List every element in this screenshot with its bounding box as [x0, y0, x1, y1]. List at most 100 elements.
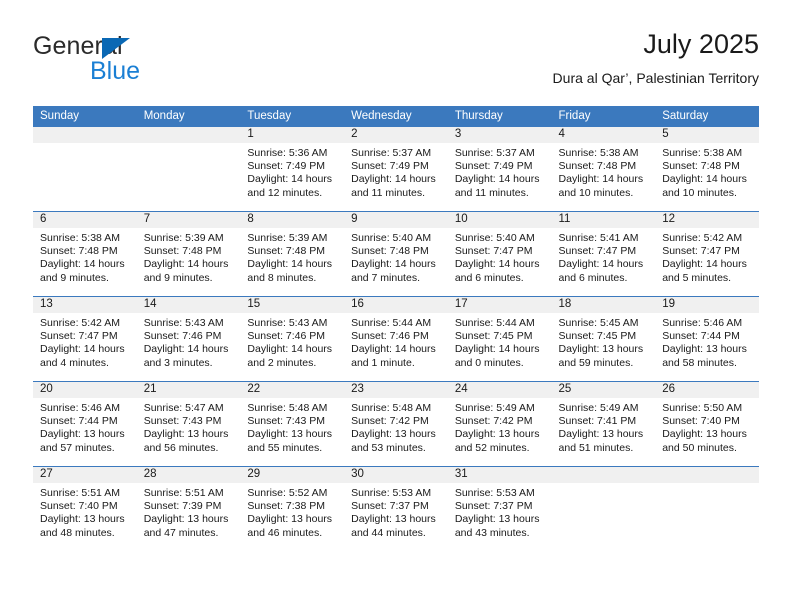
day-detail-line: Sunset: 7:46 PM	[143, 330, 222, 343]
day-number: 7	[136, 212, 241, 228]
day-cell[interactable]: 26 Sunrise: 5:50 AM Sunset: 7:40 PM Dayligh…	[655, 381, 759, 467]
day-details: Sunrise: 5:48 AM Sunset: 7:43 PM Daylight:…	[240, 398, 344, 455]
day-cell[interactable]: 6 Sunrise: 5:38 AM Sunset: 7:48 PM Daylight…	[33, 211, 137, 297]
weekday-header-tuesday: Tuesday	[240, 106, 345, 127]
day-detail-line: Daylight: 13 hours	[351, 513, 436, 526]
day-cell[interactable]: 15 Sunrise: 5:43 AM Sunset: 7:46 PM Dayligh…	[240, 296, 345, 382]
day-detail-line: and 43 minutes.	[454, 526, 530, 539]
day-number: 13	[33, 297, 137, 313]
day-detail-line: and 51 minutes.	[558, 441, 634, 454]
day-cell[interactable]: 19 Sunrise: 5:46 AM Sunset: 7:44 PM Dayligh…	[655, 296, 759, 382]
generalblue-logo: General Blue	[33, 32, 293, 92]
day-cell[interactable]: 29 Sunrise: 5:52 AM Sunset: 7:38 PM Dayligh…	[240, 466, 345, 551]
calendar-week-row: 1 Sunrise: 5:36 AM Sunset: 7:49 PM Daylight…	[33, 127, 759, 212]
day-details	[33, 143, 137, 147]
day-detail-line: and 9 minutes.	[143, 271, 213, 284]
weekday-header-saturday: Saturday	[655, 106, 759, 127]
day-cell[interactable]: 5 Sunrise: 5:38 AM Sunset: 7:48 PM Daylight…	[655, 127, 759, 212]
day-detail-line: Sunset: 7:48 PM	[40, 245, 118, 258]
day-cell[interactable]: 2 Sunrise: 5:37 AM Sunset: 7:49 PM Daylight…	[344, 127, 448, 212]
day-cell[interactable]: 10 Sunrise: 5:40 AM Sunset: 7:47 PM Dayligh…	[447, 211, 552, 297]
calendar-week-row: 6 Sunrise: 5:38 AM Sunset: 7:48 PM Daylight…	[33, 211, 759, 297]
day-detail-line: and 10 minutes.	[558, 186, 634, 199]
day-number: 25	[551, 382, 656, 398]
day-cell[interactable]: 9 Sunrise: 5:40 AM Sunset: 7:48 PM Daylight…	[344, 211, 448, 297]
day-detail-line: and 56 minutes.	[143, 441, 219, 454]
day-cell[interactable]: 4 Sunrise: 5:38 AM Sunset: 7:48 PM Daylight…	[551, 127, 656, 212]
day-cell[interactable]: 17 Sunrise: 5:44 AM Sunset: 7:45 PM Dayligh…	[447, 296, 552, 382]
day-detail-line: Daylight: 14 hours	[247, 343, 333, 356]
day-detail-line: and 46 minutes.	[247, 526, 323, 539]
day-cell[interactable]: 13 Sunrise: 5:42 AM Sunset: 7:47 PM Dayligh…	[33, 296, 137, 382]
day-detail-line: Sunset: 7:37 PM	[454, 500, 533, 513]
calendar-header-row: Sunday Monday Tuesday Wednesday Thursday Frid…	[33, 106, 759, 127]
day-number: 6	[33, 212, 137, 228]
day-detail-line: Sunrise: 5:49 AM	[454, 402, 535, 414]
day-detail-line: Sunrise: 5:43 AM	[143, 317, 224, 329]
day-detail-line: Sunset: 7:48 PM	[143, 245, 222, 258]
day-detail-line: Sunrise: 5:38 AM	[558, 147, 639, 159]
day-detail-line: Sunset: 7:46 PM	[351, 330, 429, 343]
day-detail-line: Daylight: 13 hours	[558, 343, 644, 356]
day-detail-line: and 59 minutes.	[558, 356, 634, 369]
day-cell[interactable]: 16 Sunrise: 5:44 AM Sunset: 7:46 PM Dayligh…	[344, 296, 448, 382]
calendar-week-row: 13 Sunrise: 5:42 AM Sunset: 7:47 PM Dayligh…	[33, 296, 759, 382]
day-details: Sunrise: 5:49 AM Sunset: 7:41 PM Daylight:…	[552, 398, 656, 455]
day-cell[interactable]: 20 Sunrise: 5:46 AM Sunset: 7:44 PM Dayligh…	[33, 381, 137, 467]
day-cell[interactable]: 25 Sunrise: 5:49 AM Sunset: 7:41 PM Dayligh…	[551, 381, 656, 467]
day-detail-line: Daylight: 13 hours	[454, 428, 540, 441]
day-number: 31	[447, 467, 552, 483]
day-number: 17	[447, 297, 552, 313]
page-title: July 2025	[643, 29, 759, 59]
day-detail-line: Sunset: 7:47 PM	[662, 245, 740, 258]
day-cell[interactable]: 14 Sunrise: 5:43 AM Sunset: 7:46 PM Dayligh…	[136, 296, 241, 382]
weekday-header-wednesday: Wednesday	[344, 106, 448, 127]
day-detail-line: and 52 minutes.	[454, 441, 530, 454]
day-cell[interactable]: 31 Sunrise: 5:53 AM Sunset: 7:37 PM Dayligh…	[447, 466, 552, 551]
day-cell[interactable]: 23 Sunrise: 5:48 AM Sunset: 7:42 PM Dayligh…	[344, 381, 448, 467]
day-detail-line: Sunset: 7:44 PM	[40, 415, 118, 428]
day-cell[interactable]: 8 Sunrise: 5:39 AM Sunset: 7:48 PM Daylight…	[240, 211, 345, 297]
day-details	[552, 483, 656, 487]
day-detail-line: Sunrise: 5:51 AM	[143, 487, 224, 499]
day-cell[interactable]: 30 Sunrise: 5:53 AM Sunset: 7:37 PM Dayligh…	[344, 466, 448, 551]
day-cell[interactable]: 22 Sunrise: 5:48 AM Sunset: 7:43 PM Dayligh…	[240, 381, 345, 467]
day-details: Sunrise: 5:39 AM Sunset: 7:48 PM Daylight:…	[137, 228, 241, 285]
day-detail-line: Sunrise: 5:40 AM	[454, 232, 535, 244]
day-detail-line: Sunset: 7:49 PM	[351, 160, 429, 173]
day-detail-line: Daylight: 13 hours	[247, 513, 333, 526]
day-detail-line: and 11 minutes.	[454, 186, 529, 199]
day-cell[interactable]: 24 Sunrise: 5:49 AM Sunset: 7:42 PM Dayligh…	[447, 381, 552, 467]
day-cell[interactable]: 3 Sunrise: 5:37 AM Sunset: 7:49 PM Daylight…	[447, 127, 552, 212]
day-detail-line: Sunrise: 5:42 AM	[662, 232, 743, 244]
day-detail-line: Daylight: 14 hours	[247, 173, 333, 186]
day-number: 21	[136, 382, 241, 398]
day-cell[interactable]: 21 Sunrise: 5:47 AM Sunset: 7:43 PM Dayligh…	[136, 381, 241, 467]
day-number: 10	[447, 212, 552, 228]
day-cell[interactable]: 11 Sunrise: 5:41 AM Sunset: 7:47 PM Dayligh…	[551, 211, 656, 297]
day-number: 29	[240, 467, 345, 483]
day-number: 16	[344, 297, 448, 313]
day-detail-line: Daylight: 13 hours	[662, 428, 747, 441]
calendar-week-row: 27 Sunrise: 5:51 AM Sunset: 7:40 PM Dayligh…	[33, 466, 759, 551]
day-detail-line: and 4 minutes.	[40, 356, 109, 369]
day-details: Sunrise: 5:39 AM Sunset: 7:48 PM Daylight:…	[240, 228, 344, 285]
day-cell[interactable]: 27 Sunrise: 5:51 AM Sunset: 7:40 PM Dayligh…	[33, 466, 137, 551]
day-cell[interactable]: 1 Sunrise: 5:36 AM Sunset: 7:49 PM Daylight…	[240, 127, 345, 212]
day-details: Sunrise: 5:37 AM Sunset: 7:49 PM Daylight:…	[448, 143, 552, 200]
day-detail-line: Sunrise: 5:38 AM	[40, 232, 120, 244]
day-detail-line: Sunrise: 5:53 AM	[351, 487, 432, 499]
day-details: Sunrise: 5:44 AM Sunset: 7:45 PM Daylight:…	[448, 313, 552, 370]
day-detail-line: Sunrise: 5:36 AM	[247, 147, 328, 159]
day-number: 3	[447, 127, 552, 143]
day-cell[interactable]: 12 Sunrise: 5:42 AM Sunset: 7:47 PM Dayligh…	[655, 211, 759, 297]
day-details: Sunrise: 5:51 AM Sunset: 7:40 PM Daylight:…	[33, 483, 137, 540]
day-detail-line: Daylight: 14 hours	[454, 173, 540, 186]
day-cell[interactable]: 28 Sunrise: 5:51 AM Sunset: 7:39 PM Dayligh…	[136, 466, 241, 551]
title-block: July 2025 Dura al Qar’, Palestinian Terr…	[553, 28, 759, 87]
day-detail-line: Sunset: 7:48 PM	[351, 245, 429, 258]
day-detail-line: and 2 minutes.	[247, 356, 317, 369]
day-detail-line: Sunset: 7:48 PM	[558, 160, 637, 173]
day-cell[interactable]: 7 Sunrise: 5:39 AM Sunset: 7:48 PM Daylight…	[136, 211, 241, 297]
day-cell[interactable]: 18 Sunrise: 5:45 AM Sunset: 7:45 PM Dayligh…	[551, 296, 656, 382]
